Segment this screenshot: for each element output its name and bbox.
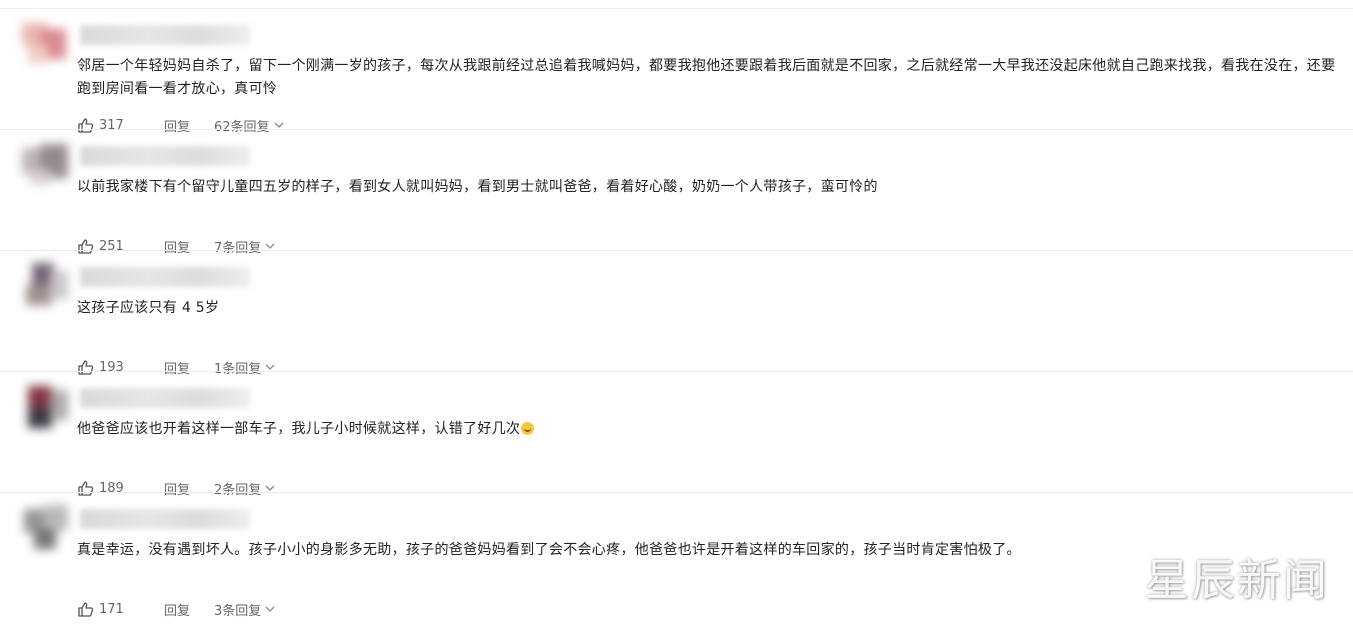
avatar[interactable]: [22, 382, 74, 430]
comment-text: 他爸爸应该也开着这样一部车子，我儿子小时候就这样，认错了好几次: [77, 418, 1347, 441]
chevron-down-icon: [265, 243, 275, 249]
like-button[interactable]: 171: [78, 602, 164, 617]
comment-text: 邻居一个年轻妈妈自杀了，留下一个刚满一岁的孩子，每次从我跟前经过总追着我喊妈妈，…: [77, 58, 1336, 97]
comment-text: 这孩子应该只有 4 5岁: [77, 300, 220, 316]
username[interactable]: [80, 388, 250, 408]
username[interactable]: [80, 146, 250, 166]
avatar[interactable]: [22, 503, 74, 551]
view-replies-button[interactable]: 3条回复: [214, 600, 275, 619]
watermark-logo: 星辰新闻: [1145, 555, 1329, 606]
comment-item: 以前我家楼下有个留守儿童四五岁的样子，看到女人就叫妈妈，看到男士就叫爸爸，看着好…: [0, 129, 1353, 256]
avatar[interactable]: [22, 261, 74, 309]
chevron-down-icon: [265, 606, 275, 612]
comment-item: 邻居一个年轻妈妈自杀了，留下一个刚满一岁的孩子，每次从我跟前经过总追着我喊妈妈，…: [0, 8, 1353, 135]
reply-button[interactable]: 回复: [164, 600, 214, 619]
avatar[interactable]: [22, 19, 74, 67]
laughing-emoji-icon: [521, 422, 535, 435]
thumbs-up-icon: [78, 601, 94, 617]
avatar[interactable]: [22, 140, 74, 188]
username[interactable]: [80, 267, 250, 287]
comment-actions: 171 回复 3条回复: [78, 599, 275, 619]
comment-text-content: 他爸爸应该也开着这样一部车子，我儿子小时候就这样，认错了好几次: [77, 421, 521, 437]
chevron-down-icon: [265, 364, 275, 370]
username[interactable]: [80, 509, 250, 529]
replies-count-label: 3条回复: [214, 603, 262, 619]
comment-text: 以前我家楼下有个留守儿童四五岁的样子，看到女人就叫妈妈，看到男士就叫爸爸，看着好…: [77, 179, 878, 195]
username[interactable]: [80, 25, 250, 45]
chevron-down-icon: [274, 122, 284, 128]
comment-item: 他爸爸应该也开着这样一部车子，我儿子小时候就这样，认错了好几次 189 回复 2…: [0, 371, 1353, 498]
chevron-down-icon: [265, 485, 275, 491]
like-count: 171: [99, 601, 124, 617]
comment-item: 这孩子应该只有 4 5岁 193 回复 1条回复: [0, 250, 1353, 377]
